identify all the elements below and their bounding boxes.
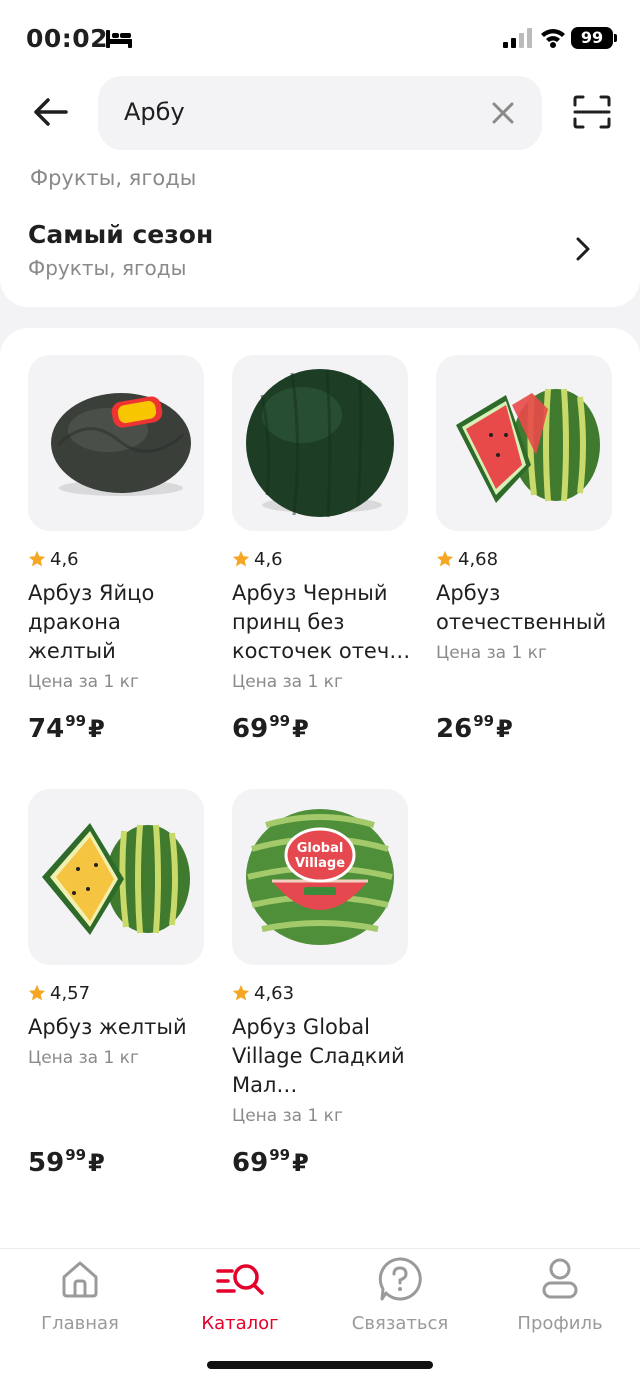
sleep-mode-icon	[106, 30, 132, 48]
product-image[interactable]	[28, 355, 204, 531]
home-indicator[interactable]	[207, 1361, 433, 1369]
status-time: 00:02	[26, 24, 109, 53]
product-card[interactable]: Global Village 4,63 Арбуз Global Village…	[232, 789, 412, 1126]
rating-value: 4,6	[254, 548, 283, 570]
star-icon	[436, 550, 454, 567]
product-price: 6999₽	[232, 712, 309, 744]
search-header: Арбу	[0, 76, 640, 164]
price-integer: 69	[232, 1148, 269, 1178]
product-rating: 4,6	[28, 545, 208, 573]
rating-value: 4,68	[458, 548, 499, 570]
help-icon	[378, 1257, 422, 1301]
back-arrow-icon[interactable]	[30, 94, 70, 130]
currency-symbol: ₽	[88, 715, 105, 743]
tab-label: Главная	[41, 1313, 119, 1334]
tab-label: Профиль	[517, 1313, 603, 1334]
price-integer: 26	[436, 714, 473, 744]
product-price: 5999₽	[28, 1146, 105, 1178]
home-icon	[62, 1261, 98, 1298]
product-rating: 4,63	[232, 979, 412, 1007]
product-card[interactable]: 4,6 Арбуз Яйцо дракона желтый Цена за 1 …	[28, 355, 208, 692]
product-brand-logo-text: Village	[295, 856, 345, 871]
product-unit-label: Цена за 1 кг	[232, 1106, 343, 1126]
tab-label: Связаться	[351, 1313, 449, 1334]
product-name[interactable]: Арбуз желтый	[28, 1013, 212, 1042]
price-integer: 69	[232, 714, 269, 744]
clear-search-icon[interactable]	[490, 100, 516, 126]
product-unit-label: Цена за 1 кг	[28, 672, 139, 692]
rating-value: 4,63	[254, 982, 295, 1004]
price-fraction: 99	[473, 712, 495, 730]
battery-indicator: 99	[571, 27, 617, 49]
product-rating: 4,68	[436, 545, 616, 573]
price-integer: 59	[28, 1148, 65, 1178]
rating-value: 4,57	[50, 982, 91, 1004]
price-fraction: 99	[65, 1146, 87, 1164]
star-icon	[28, 550, 46, 567]
category-suggestion-card[interactable]: Фрукты, ягоды Самый сезон Фрукты, ягоды	[0, 164, 640, 307]
star-icon	[232, 984, 250, 1001]
product-price: 7499₽	[28, 712, 105, 744]
tab-label: Каталог	[201, 1313, 279, 1334]
product-name[interactable]: Арбуз Черный принц без косточек отеч…	[232, 579, 416, 666]
category-title: Самый сезон	[28, 220, 214, 249]
product-name[interactable]: Арбуз Global Village Сладкий Мал…	[232, 1013, 416, 1100]
status-bar: 00:02 99	[0, 0, 640, 76]
product-grid: 4,6 Арбуз Яйцо дракона желтый Цена за 1 …	[0, 328, 640, 1248]
star-icon	[28, 984, 46, 1001]
rating-value: 4,6	[50, 548, 79, 570]
tab-catalog[interactable]: Каталог	[160, 1255, 320, 1334]
product-card[interactable]: 4,57 Арбуз желтый Цена за 1 кг	[28, 789, 208, 1068]
profile-icon	[542, 1258, 578, 1299]
currency-symbol: ₽	[496, 715, 513, 743]
currency-symbol: ₽	[292, 715, 309, 743]
price-integer: 74	[28, 714, 65, 744]
product-unit-label: Цена за 1 кг	[436, 643, 547, 663]
catalog-icon	[216, 1264, 264, 1295]
product-image[interactable]	[28, 789, 204, 965]
product-rating: 4,6	[232, 545, 412, 573]
tab-profile[interactable]: Профиль	[480, 1255, 640, 1334]
cellular-signal-icon	[503, 28, 532, 48]
price-fraction: 99	[269, 1146, 291, 1164]
previous-category-subtitle: Фрукты, ягоды	[30, 166, 197, 190]
product-image[interactable]	[436, 355, 612, 531]
barcode-scan-icon[interactable]	[572, 94, 612, 130]
price-fraction: 99	[269, 712, 291, 730]
chevron-right-icon	[576, 237, 590, 261]
product-name[interactable]: Арбуз отечественный	[436, 579, 620, 637]
product-card[interactable]: 4,68 Арбуз отечественный Цена за 1 кг	[436, 355, 616, 663]
bottom-tab-bar: Главная Каталог Связаться Профиль	[0, 1248, 640, 1387]
price-fraction: 99	[65, 712, 87, 730]
wifi-icon	[541, 29, 565, 48]
search-input[interactable]: Арбу	[124, 98, 185, 126]
currency-symbol: ₽	[292, 1149, 309, 1177]
currency-symbol: ₽	[88, 1149, 105, 1177]
product-price: 6999₽	[232, 1146, 309, 1178]
product-unit-label: Цена за 1 кг	[232, 672, 343, 692]
product-price: 2699₽	[436, 712, 513, 744]
star-icon	[232, 550, 250, 567]
product-brand-logo-text: Global	[297, 841, 344, 856]
product-image[interactable]: Global Village	[232, 789, 408, 965]
tab-contact[interactable]: Связаться	[320, 1255, 480, 1334]
search-field[interactable]: Арбу	[98, 76, 542, 150]
product-image[interactable]	[232, 355, 408, 531]
product-name[interactable]: Арбуз Яйцо дракона желтый	[28, 579, 212, 666]
category-subtitle: Фрукты, ягоды	[28, 256, 187, 280]
product-unit-label: Цена за 1 кг	[28, 1048, 139, 1068]
product-rating: 4,57	[28, 979, 208, 1007]
product-card[interactable]: 4,6 Арбуз Черный принц без косточек отеч…	[232, 355, 412, 692]
tab-home[interactable]: Главная	[0, 1255, 160, 1334]
